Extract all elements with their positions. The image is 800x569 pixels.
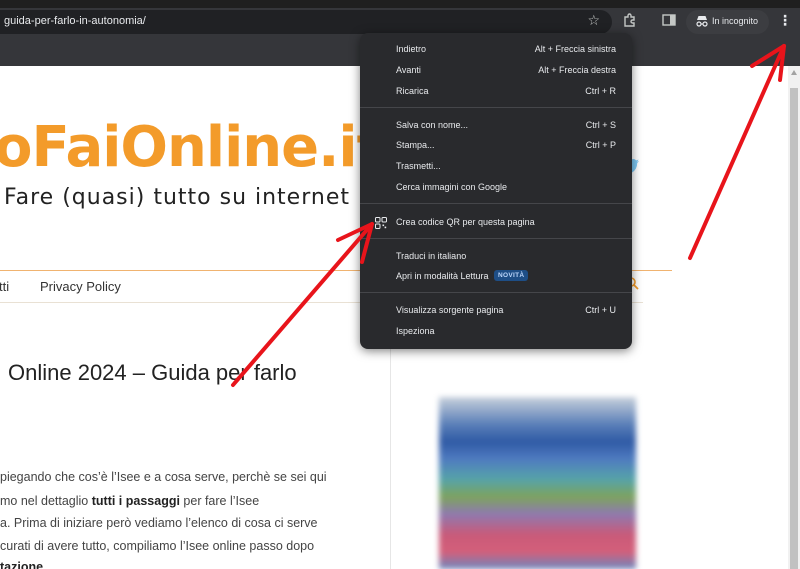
- address-bar[interactable]: guida-per-farlo-in-autonomia/ ☆: [0, 10, 612, 34]
- menu-item-label: Avanti: [396, 65, 421, 75]
- article-bold-text: tutti i passaggi: [91, 494, 180, 508]
- menu-item-stampa[interactable]: Stampa... Ctrl + P: [360, 136, 632, 156]
- bookmark-star-icon[interactable]: ☆: [587, 13, 600, 29]
- menu-item-apri-in-modalit-lettura[interactable]: Apri in modalità Lettura NOVITÀ: [360, 267, 632, 287]
- menu-item-label: Salva con nome...: [396, 120, 469, 130]
- menu-item-label: Trasmetti...: [396, 161, 441, 171]
- menu-separator: [360, 238, 632, 239]
- article-text: per fare l’Isee: [179, 494, 260, 508]
- article-title: Online 2024 – Guida per farlo: [8, 360, 297, 385]
- url-text: guida-per-farlo-in-autonomia/: [4, 15, 146, 27]
- screenshot-root: guida-per-farlo-in-autonomia/ ☆ In incog…: [0, 0, 800, 569]
- menu-item-shortcut: Alt + Freccia sinistra: [534, 44, 616, 54]
- extensions-puzzle-icon[interactable]: [622, 12, 638, 28]
- menu-separator: [360, 292, 632, 293]
- article-line: tazione: [0, 560, 43, 569]
- menu-item-shortcut: Ctrl + P: [585, 140, 616, 150]
- article-text: a. Prima di iniziare però vediamo l’elen…: [0, 516, 318, 530]
- menu-separator: [360, 107, 632, 108]
- menu-item-label: Traduci in italiano: [396, 251, 467, 261]
- menu-item-avanti[interactable]: Avanti Alt + Freccia destra: [360, 61, 632, 81]
- scroll-up-arrow-icon[interactable]: [791, 70, 797, 75]
- scrollbar-thumb[interactable]: [790, 88, 798, 569]
- incognito-indicator[interactable]: In incognito: [686, 10, 769, 34]
- menu-item-crea-codice-qr-per-questa-pagina[interactable]: Crea codice QR per questa pagina: [360, 213, 632, 233]
- menu-item-label: Apri in modalità Lettura: [396, 271, 489, 281]
- sidebar-blurred-image[interactable]: [439, 397, 636, 569]
- menu-item-label: Crea codice QR per questa pagina: [396, 217, 535, 227]
- menu-item-ispeziona[interactable]: Ispeziona: [360, 322, 632, 342]
- menu-item-ricarica[interactable]: Ricarica Ctrl + R: [360, 82, 632, 102]
- menu-item-label: Visualizza sorgente pagina: [396, 305, 504, 315]
- article-text: piegando che cos’è l’Isee e a cosa serve…: [0, 470, 327, 484]
- site-tagline: Fare (quasi) tutto su internet: [4, 185, 350, 210]
- menu-item-traduci-in-italiano[interactable]: Traduci in italiano: [360, 247, 632, 267]
- article-text: curati di avere tutto, compiliamo l’Isee…: [0, 539, 315, 553]
- menu-item-trasmetti[interactable]: Trasmetti...: [360, 157, 632, 177]
- qr-code-icon: [375, 217, 387, 229]
- article-line: curati di avere tutto, compiliamo l’Isee…: [0, 539, 314, 553]
- incognito-icon: [696, 16, 708, 27]
- menu-item-salva-con-nome[interactable]: Salva con nome... Ctrl + S: [360, 116, 632, 136]
- article-line: a. Prima di iniziare però vediamo l’elen…: [0, 516, 318, 530]
- menu-item-shortcut: Ctrl + S: [585, 120, 616, 130]
- side-panel-icon[interactable]: [661, 12, 677, 28]
- article-text: mo nel dettaglio: [0, 494, 92, 508]
- article-line: mo nel dettaglio tutti i passaggi per fa…: [0, 494, 259, 508]
- menu-item-indietro[interactable]: Indietro Alt + Freccia sinistra: [360, 40, 632, 60]
- menu-item-label: Ricarica: [396, 86, 429, 96]
- browser-context-menu: Indietro Alt + Freccia sinistra Avanti Alt …: [360, 33, 632, 349]
- article-bold-text: tazione: [0, 560, 44, 569]
- menu-item-cerca-immagini-con-google[interactable]: Cerca immagini con Google: [360, 178, 632, 198]
- incognito-label: In incognito: [712, 16, 759, 26]
- menu-item-label: Indietro: [396, 44, 427, 54]
- nav-item-privacy-policy[interactable]: Privacy Policy: [40, 279, 121, 294]
- site-logo[interactable]: oFaiOnline.it: [0, 115, 383, 180]
- menu-separator: [360, 203, 632, 204]
- menu-item-label: Cerca immagini con Google: [396, 182, 508, 192]
- nav-item-partial[interactable]: tti: [0, 279, 9, 294]
- menu-item-visualizza-sorgente-pagina[interactable]: Visualizza sorgente pagina Ctrl + U: [360, 301, 632, 321]
- menu-item-shortcut: Alt + Freccia destra: [538, 65, 616, 75]
- menu-item-label: Stampa...: [396, 140, 435, 150]
- menu-item-label: Ispeziona: [396, 326, 435, 336]
- new-badge: NOVITÀ: [494, 270, 529, 281]
- menu-item-shortcut: Ctrl + U: [585, 305, 616, 315]
- title-bar: [0, 0, 800, 8]
- menu-item-shortcut: Ctrl + R: [585, 86, 616, 96]
- browser-menu-kebab-icon[interactable]: ⋮: [778, 12, 792, 30]
- article-line: piegando che cos’è l’Isee e a cosa serve…: [0, 470, 327, 484]
